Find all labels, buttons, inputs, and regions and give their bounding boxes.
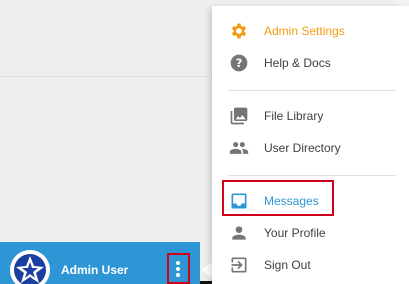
menu-item-messages[interactable]: Messages: [212, 180, 409, 216]
menu-item-label: Admin Settings: [264, 24, 345, 38]
help-icon: ?: [228, 53, 250, 73]
menu-item-label: Your Profile: [264, 226, 326, 240]
avatar-logo-icon: [10, 250, 50, 284]
svg-text:?: ?: [236, 56, 243, 70]
gear-icon: [228, 21, 250, 41]
menu-item-label: File Library: [264, 109, 324, 123]
user-name: Admin User: [61, 263, 129, 277]
background-divider: [0, 76, 212, 77]
user-dropdown-menu: Admin Settings ? Help & Docs File Librar…: [212, 6, 409, 284]
menu-item-your-profile[interactable]: Your Profile: [212, 218, 409, 248]
kebab-dot-icon: [176, 267, 180, 271]
more-options-button[interactable]: [167, 253, 190, 284]
menu-item-label: User Directory: [264, 141, 341, 155]
menu-item-help-docs[interactable]: ? Help & Docs: [212, 48, 409, 78]
menu-divider: [228, 90, 396, 91]
menu-divider: [228, 175, 396, 176]
sign-out-icon: [228, 255, 250, 275]
people-icon: [228, 138, 250, 158]
menu-pointer-arrow: [202, 262, 212, 278]
menu-item-user-directory[interactable]: User Directory: [212, 133, 409, 163]
inbox-icon: [228, 191, 250, 211]
image-library-icon: [228, 106, 250, 126]
kebab-dot-icon: [176, 261, 180, 265]
menu-item-label: Sign Out: [264, 258, 311, 272]
kebab-dot-icon: [176, 273, 180, 277]
menu-item-sign-out[interactable]: Sign Out: [212, 250, 409, 280]
menu-item-label: Messages: [264, 194, 319, 208]
menu-item-admin-settings[interactable]: Admin Settings: [212, 16, 409, 46]
menu-item-file-library[interactable]: File Library: [212, 101, 409, 131]
person-icon: [228, 223, 250, 243]
avatar[interactable]: [10, 250, 50, 284]
menu-item-label: Help & Docs: [264, 56, 331, 70]
